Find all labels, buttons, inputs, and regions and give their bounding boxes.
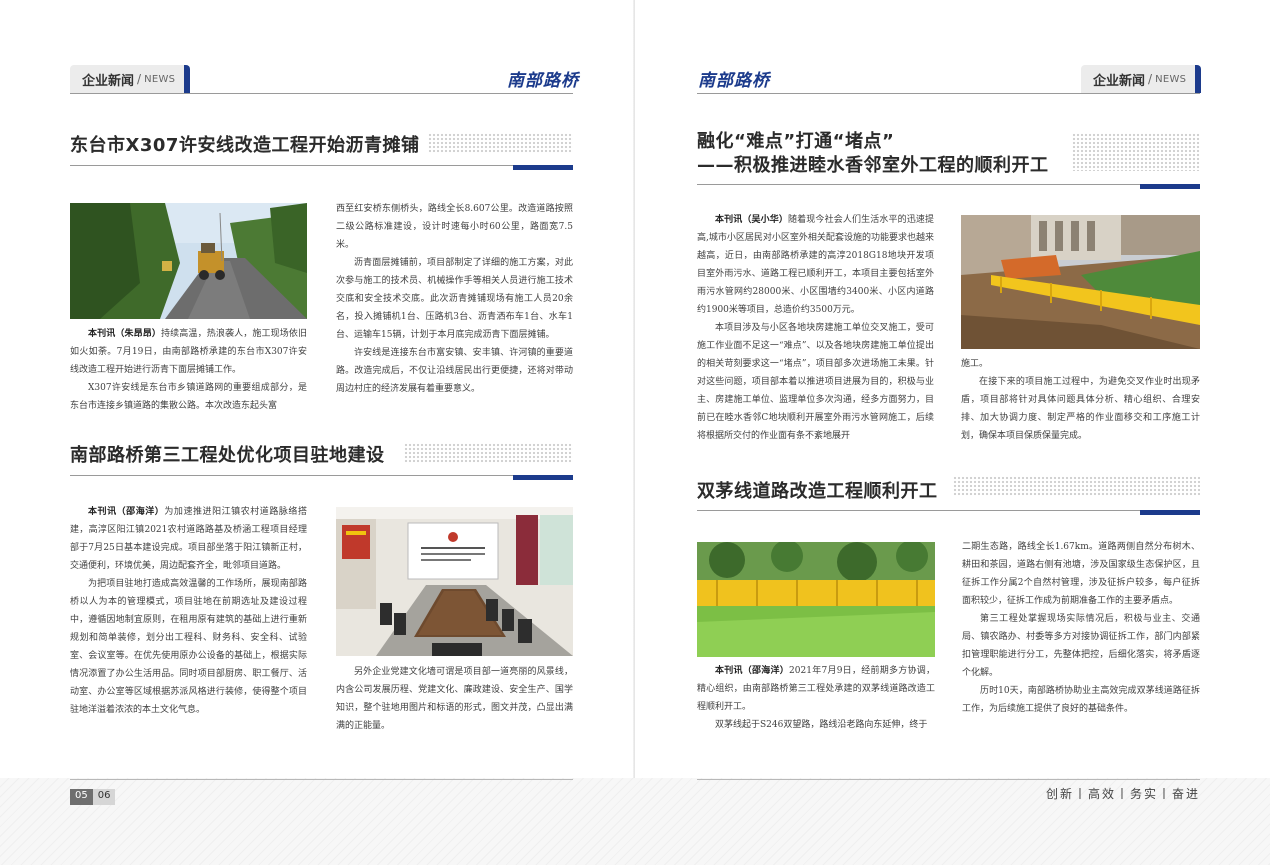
title-rule bbox=[697, 184, 1200, 185]
construction-site-photo bbox=[961, 215, 1200, 349]
article-column-1: 本刊讯（朱昂昂）持续高温，热浪袭人，施工现场依旧如火如荼。7月19日，由南部路桥… bbox=[70, 325, 307, 415]
article-column-1: 本刊讯（邵海洋）为加速推进阳江镇农村道路脉络搭建，高淳区阳江镇2021农村道路路… bbox=[70, 503, 307, 719]
paragraph: 本刊讯（邵海洋）2021年7月9日，经前期多方协调，精心组织，由南部路桥第三工程… bbox=[697, 662, 935, 716]
section-separator: / bbox=[1148, 72, 1153, 86]
section-label-en: NEWS bbox=[1155, 73, 1187, 85]
header-rule bbox=[70, 93, 573, 94]
brand-logo: 南部路桥 bbox=[698, 71, 770, 91]
article-column-1: 本刊讯（吴小华）随着现今社会人们生活水平的迅速提高,城市小区居民对小区室外相关配… bbox=[697, 211, 934, 445]
paragraph-text: 另外企业党建文化墙可谓是项目部一道亮丽的风景线，内含公司发展历程、党建文化、廉政… bbox=[336, 667, 573, 731]
section-tab: 企业新闻 / NEWS bbox=[70, 65, 190, 93]
footer-rule-left bbox=[70, 779, 573, 780]
title-rule bbox=[697, 510, 1200, 511]
paragraph-text: 第三工程处掌握现场实际情况后，积极与业主、交通局、镇农路办、村委等多方对接协调征… bbox=[962, 614, 1200, 678]
paragraph: 另外企业党建文化墙可谓是项目部一道亮丽的风景线，内含公司发展历程、党建文化、廉政… bbox=[336, 663, 573, 735]
paragraph-text: 双茅线起于S246双望路，路线沿老路向东延伸，终于 bbox=[715, 720, 928, 730]
section-label-zh: 企业新闻 bbox=[1093, 73, 1146, 89]
paragraph: 施工。 bbox=[961, 355, 1200, 373]
brand-logo: 南部路桥 bbox=[507, 71, 579, 91]
paragraph: 为把项目驻地打造成高效温馨的工作场所，展现南部路桥以人为本的管理模式，项目驻地在… bbox=[70, 575, 307, 719]
paragraph: 在接下来的项目施工过程中，为避免交叉作业时出现矛盾，项目部将针对具体问题具体分析… bbox=[961, 373, 1200, 445]
page-number-facing: 06 bbox=[92, 789, 116, 805]
byline: 本刊讯（邵海洋） bbox=[88, 507, 165, 517]
paragraph-text: 西至红安桥东侧桥头，路线全长8.607公里。改造道路按照二级公路标准建设，设计时… bbox=[336, 204, 573, 250]
title-rule bbox=[70, 165, 573, 166]
header-rule bbox=[697, 93, 1200, 94]
article-title: 东台市X307许安线改造工程开始沥青摊铺 bbox=[70, 135, 420, 156]
paragraph-text: 随着现今社会人们生活水平的迅速提高,城市小区居民对小区室外相关配套设施的功能要求… bbox=[697, 215, 934, 315]
left-page: 企业新闻 / NEWS 南部路桥 东台市X307许安线改造工程开始沥青摊铺 本刊… bbox=[0, 0, 635, 865]
article-column-2: 二期生态路，路线全长1.67km。道路两侧自然分布树木、耕田和茶园，道路右侧有池… bbox=[962, 538, 1200, 718]
article-subtitle-line: ——积极推进睦水香邻室外工程的顺利开工 bbox=[697, 155, 1049, 176]
paragraph: 沥青面层摊铺前，项目部制定了详细的施工方案，对此次参与施工的技术员、机械操作手等… bbox=[336, 254, 573, 344]
paragraph: 双茅线起于S246双望路，路线沿老路向东延伸，终于 bbox=[697, 716, 935, 734]
section-tab-accent bbox=[1195, 65, 1201, 93]
article-title-line: 融化“难点”打通“堵点” bbox=[697, 131, 895, 152]
article-column-2: 施工。 在接下来的项目施工过程中，为避免交叉作业时出现矛盾，项目部将针对具体问题… bbox=[961, 355, 1200, 445]
paragraph-text: X307许安线是东台市乡镇道路网的重要组成部分，是东台市连接乡镇道路的集散公路。… bbox=[70, 383, 307, 411]
paragraph-text: 历时10天，南部路桥协助业主高效完成双茅线道路征拆工作，为后续施工提供了良好的基… bbox=[962, 686, 1200, 714]
paragraph: 本刊讯（朱昂昂）持续高温，热浪袭人，施工现场依旧如火如荼。7月19日，由南部路桥… bbox=[70, 325, 307, 379]
title-rule-accent bbox=[513, 165, 573, 170]
paragraph: 西至红安桥东侧桥头，路线全长8.607公里。改造道路按照二级公路标准建设，设计时… bbox=[336, 200, 573, 254]
byline: 本刊讯（朱昂昂） bbox=[88, 329, 162, 339]
paragraph-text: 二期生态路，路线全长1.67km。道路两侧自然分布树木、耕田和茶园，道路右侧有池… bbox=[962, 542, 1200, 606]
title-rule bbox=[70, 475, 573, 476]
title-dot-pattern bbox=[953, 476, 1200, 496]
title-rule-accent bbox=[513, 475, 573, 480]
title-rule-accent bbox=[1140, 510, 1200, 515]
title-rule-accent bbox=[1140, 184, 1200, 189]
paragraph: 本刊讯（吴小华）随着现今社会人们生活水平的迅速提高,城市小区居民对小区室外相关配… bbox=[697, 211, 934, 319]
right-page: 南部路桥 企业新闻 / NEWS 融化“难点”打通“堵点” ——积极推进睦水香邻… bbox=[635, 0, 1270, 865]
byline: 本刊讯（邵海洋） bbox=[715, 666, 790, 676]
section-tab-accent bbox=[184, 65, 190, 93]
title-dot-pattern bbox=[404, 443, 573, 463]
footer-rule-right bbox=[697, 779, 1200, 780]
title-dot-pattern bbox=[428, 133, 573, 153]
paragraph: 本项目涉及与小区各地块房建施工单位交叉施工，受可施工作业面不足这一“难点”、以及… bbox=[697, 319, 934, 445]
title-dot-pattern bbox=[1072, 133, 1200, 171]
section-label-en: NEWS bbox=[144, 73, 176, 85]
section-label-zh: 企业新闻 bbox=[82, 73, 135, 89]
paragraph-text: 本项目涉及与小区各地块房建施工单位交叉施工，受可施工作业面不足这一“难点”、以及… bbox=[697, 323, 934, 441]
meeting-room-photo bbox=[336, 507, 573, 656]
article-title: 南部路桥第三工程处优化项目驻地建设 bbox=[70, 445, 385, 466]
page-numbers: 05 06 bbox=[70, 789, 116, 805]
paragraph: 第三工程处掌握现场实际情况后，积极与业主、交通局、镇农路办、村委等多方对接协调征… bbox=[962, 610, 1200, 682]
paragraph-text: 在接下来的项目施工过程中，为避免交叉作业时出现矛盾，项目部将针对具体问题具体分析… bbox=[961, 377, 1200, 441]
paragraph: 本刊讯（邵海洋）为加速推进阳江镇农村道路脉络搭建，高淳区阳江镇2021农村道路路… bbox=[70, 503, 307, 575]
byline: 本刊讯（吴小华） bbox=[715, 215, 789, 225]
article-column-2: 西至红安桥东侧桥头，路线全长8.607公里。改造道路按照二级公路标准建设，设计时… bbox=[336, 200, 573, 398]
paragraph: 二期生态路，路线全长1.67km。道路两侧自然分布树木、耕田和茶园，道路右侧有池… bbox=[962, 538, 1200, 610]
article-title: 融化“难点”打通“堵点” ——积极推进睦水香邻室外工程的顺利开工 bbox=[697, 130, 1049, 178]
road-paving-photo bbox=[70, 203, 307, 319]
paragraph-text: 许安线是连接东台市富安镇、安丰镇、许河镇的重要道路。改造完成后，不仅让沿线居民出… bbox=[336, 348, 573, 394]
article-title: 双茅线道路改造工程顺利开工 bbox=[697, 481, 938, 502]
section-separator: / bbox=[137, 72, 142, 86]
paragraph: X307许安线是东台市乡镇道路网的重要组成部分，是东台市连接乡镇道路的集散公路。… bbox=[70, 379, 307, 415]
page-number-current: 05 bbox=[70, 789, 93, 805]
paragraph-text: 施工。 bbox=[961, 359, 989, 369]
paragraph-text: 为把项目驻地打造成高效温馨的工作场所，展现南部路桥以人为本的管理模式，项目驻地在… bbox=[70, 579, 307, 715]
paragraph: 历时10天，南部路桥协助业主高效完成双茅线道路征拆工作，为后续施工提供了良好的基… bbox=[962, 682, 1200, 718]
article-column-1: 本刊讯（邵海洋）2021年7月9日，经前期多方协调，精心组织，由南部路桥第三工程… bbox=[697, 662, 935, 734]
paragraph-text: 沥青面层摊铺前，项目部制定了详细的施工方案，对此次参与施工的技术员、机械操作手等… bbox=[336, 258, 573, 340]
paragraph: 许安线是连接东台市富安镇、安丰镇、许河镇的重要道路。改造完成后，不仅让沿线居民出… bbox=[336, 344, 573, 398]
slogan: 创新丨高效丨务实丨奋进 bbox=[1045, 787, 1200, 801]
article-column-2: 另外企业党建文化墙可谓是项目部一道亮丽的风景线，内含公司发展历程、党建文化、廉政… bbox=[336, 663, 573, 735]
section-tab: 企业新闻 / NEWS bbox=[1081, 65, 1201, 93]
roadside-barrier-photo bbox=[697, 542, 935, 657]
